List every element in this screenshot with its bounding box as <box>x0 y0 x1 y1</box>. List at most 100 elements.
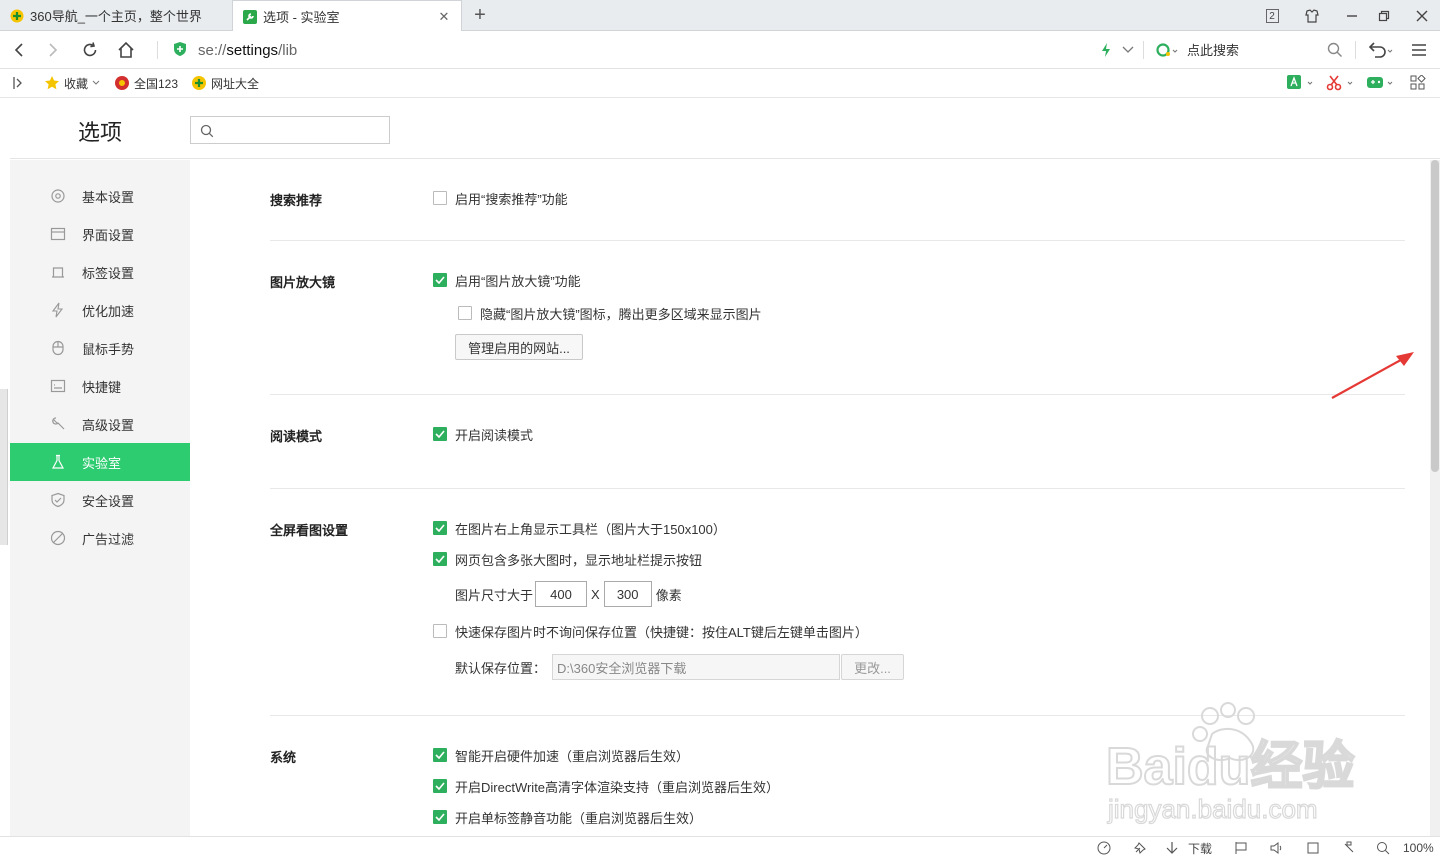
url-scheme: se:// <box>198 41 227 59</box>
tab-360-home[interactable]: 360导航_一个主页，整个世界 <box>0 0 230 31</box>
sidebar-item-label: 标签设置 <box>82 265 135 281</box>
checkbox-box[interactable] <box>433 810 447 824</box>
sidebar-item-label: 鼠标手势 <box>82 341 135 357</box>
download-button[interactable]: 下载 <box>1166 840 1212 856</box>
checkbox-magnifier[interactable]: 启用“图片放大镜”功能 <box>433 272 581 289</box>
divider <box>270 240 1405 241</box>
checkbox-hide-magnifier-icon[interactable]: 隐藏“图片放大镜”图标，腾出更多区域来显示图片 <box>458 305 762 322</box>
settings-sidebar: 基本设置 界面设置 标签设置 优化加速 鼠标手势 快捷键 高级设置 实验室 安全… <box>10 160 190 836</box>
side-panel-toggle[interactable] <box>0 389 8 545</box>
360-icon <box>10 9 24 22</box>
checkbox-reading-mode[interactable]: 开启阅读模式 <box>433 426 533 443</box>
sidebar-item-optimize[interactable]: 优化加速 <box>10 291 190 329</box>
checkbox-search-recommend[interactable]: 启用“搜索推荐”功能 <box>433 190 568 207</box>
content-scrollbar[interactable] <box>1430 160 1440 836</box>
translate-icon[interactable] <box>1286 75 1316 91</box>
manage-sites-button[interactable]: 管理启用的网站... <box>455 334 583 360</box>
lightning-icon[interactable] <box>1095 39 1117 61</box>
change-path-button[interactable]: 更改... <box>841 654 904 680</box>
checkbox-box[interactable] <box>458 306 472 320</box>
status-bar: 下载 100% <box>0 836 1440 859</box>
settings-search-input[interactable] <box>190 116 390 144</box>
sidebar-item-shortcuts[interactable]: 快捷键 <box>10 367 190 405</box>
checkbox-box[interactable] <box>433 427 447 441</box>
menu-icon[interactable] <box>1408 39 1430 61</box>
sidebar-item-basic[interactable]: 基本设置 <box>10 177 190 215</box>
flag-icon[interactable] <box>1234 840 1248 856</box>
skin-icon[interactable] <box>1302 6 1322 26</box>
speed-icon[interactable] <box>1097 840 1111 856</box>
sidebar-item-label: 安全设置 <box>82 493 135 509</box>
checkbox-box[interactable] <box>433 748 447 762</box>
tab-count-badge[interactable]: 2 <box>1262 6 1282 26</box>
close-tab-icon[interactable]: ✕ <box>437 9 451 25</box>
bookmark-favorites[interactable]: 收藏 <box>44 75 100 91</box>
checkbox-box[interactable] <box>433 552 447 566</box>
sidebar-item-tabs[interactable]: 标签设置 <box>10 253 190 291</box>
address-toolbar: se://settings/lib 点此搜索 <box>0 31 1440 69</box>
checkbox-quick-save[interactable]: 快速保存图片时不询问保存位置（快捷键：按住ALT键后左键单击图片） <box>433 623 868 640</box>
zoom-icon[interactable] <box>1376 840 1390 856</box>
bookmark-quanguo[interactable]: 全国123 <box>114 75 178 91</box>
download-icon <box>1166 842 1178 854</box>
forward-icon[interactable] <box>42 39 64 61</box>
checkbox-box[interactable] <box>433 273 447 287</box>
tab-title: 选项 - 实验室 <box>263 10 340 25</box>
divider <box>270 488 1405 489</box>
scrollbar-thumb[interactable] <box>1431 160 1439 472</box>
home-icon[interactable] <box>115 39 137 61</box>
search-icon[interactable] <box>1324 39 1346 61</box>
game-icon[interactable] <box>1366 75 1396 91</box>
back-icon[interactable] <box>8 39 30 61</box>
emblem-icon <box>115 76 129 90</box>
pin-icon[interactable] <box>1133 840 1147 856</box>
checkbox-show-toolbar[interactable]: 在图片右上角显示工具栏（图片大于150x100） <box>433 520 726 537</box>
sidebar-item-advanced[interactable]: 高级设置 <box>10 405 190 443</box>
clear-icon[interactable] <box>1342 840 1356 856</box>
minimize-icon[interactable] <box>1342 6 1362 26</box>
save-path-input[interactable]: D:\360安全浏览器下载 <box>552 654 841 680</box>
divider <box>270 394 1405 395</box>
wrench-icon <box>243 9 257 24</box>
close-window-icon[interactable] <box>1412 6 1432 26</box>
bookmark-label: 网址大全 <box>211 76 260 91</box>
sidebar-item-label: 快捷键 <box>82 379 122 395</box>
settings-header: 选项 <box>10 99 1440 159</box>
new-tab-button[interactable]: + <box>470 4 490 26</box>
sidebar-toggle-icon[interactable] <box>12 75 24 91</box>
checkbox-label: 启用“图片放大镜”功能 <box>455 273 581 289</box>
checkbox-label: 快速保存图片时不询问保存位置（快捷键：按住ALT键后左键单击图片） <box>455 624 868 640</box>
bookmark-wangzhi[interactable]: 网址大全 <box>191 75 259 91</box>
search-engine-icon[interactable] <box>1154 39 1182 61</box>
width-input[interactable]: 400 <box>535 581 588 607</box>
height-input[interactable]: 300 <box>603 581 652 607</box>
search-hint[interactable]: 点此搜索 <box>1187 40 1239 59</box>
tab-options-lab[interactable]: 选项 - 实验室 ✕ <box>232 0 462 32</box>
url-field[interactable]: se://settings/lib <box>198 40 297 60</box>
zoom-level[interactable]: 100% <box>1403 840 1434 856</box>
undo-icon[interactable] <box>1366 39 1396 61</box>
x-label: X <box>591 586 600 602</box>
speaker-icon[interactable] <box>1270 840 1284 856</box>
checkbox-box[interactable] <box>433 191 447 205</box>
checkbox-box[interactable] <box>433 779 447 793</box>
checkbox-hw-accel[interactable]: 智能开启硬件加速（重启浏览器后生效） <box>433 747 689 764</box>
chevron-down-icon[interactable] <box>1117 39 1139 61</box>
sidebar-item-mouse[interactable]: 鼠标手势 <box>10 329 190 367</box>
checkbox-multi-image[interactable]: 网页包含多张大图时，显示地址栏提示按钮 <box>433 551 702 568</box>
checkbox-tab-mute[interactable]: 开启单标签静音功能（重启浏览器后生效） <box>433 809 702 826</box>
window-icon <box>50 226 66 242</box>
sidebar-item-interface[interactable]: 界面设置 <box>10 215 190 253</box>
bookmark-label: 全国123 <box>134 76 179 91</box>
refresh-icon[interactable] <box>79 39 101 61</box>
apps-grid-icon[interactable] <box>1410 75 1426 91</box>
screenshot-scissors-icon[interactable] <box>1326 75 1356 91</box>
window-icon[interactable] <box>1306 840 1320 856</box>
sidebar-item-lab[interactable]: 实验室 <box>10 443 190 481</box>
checkbox-box[interactable] <box>433 624 447 638</box>
checkbox-directwrite[interactable]: 开启DirectWrite高清字体渲染支持（重启浏览器后生效） <box>433 778 779 795</box>
sidebar-item-security[interactable]: 安全设置 <box>10 481 190 519</box>
sidebar-item-adblock[interactable]: 广告过滤 <box>10 519 190 557</box>
checkbox-box[interactable] <box>433 521 447 535</box>
restore-icon[interactable] <box>1374 6 1394 26</box>
